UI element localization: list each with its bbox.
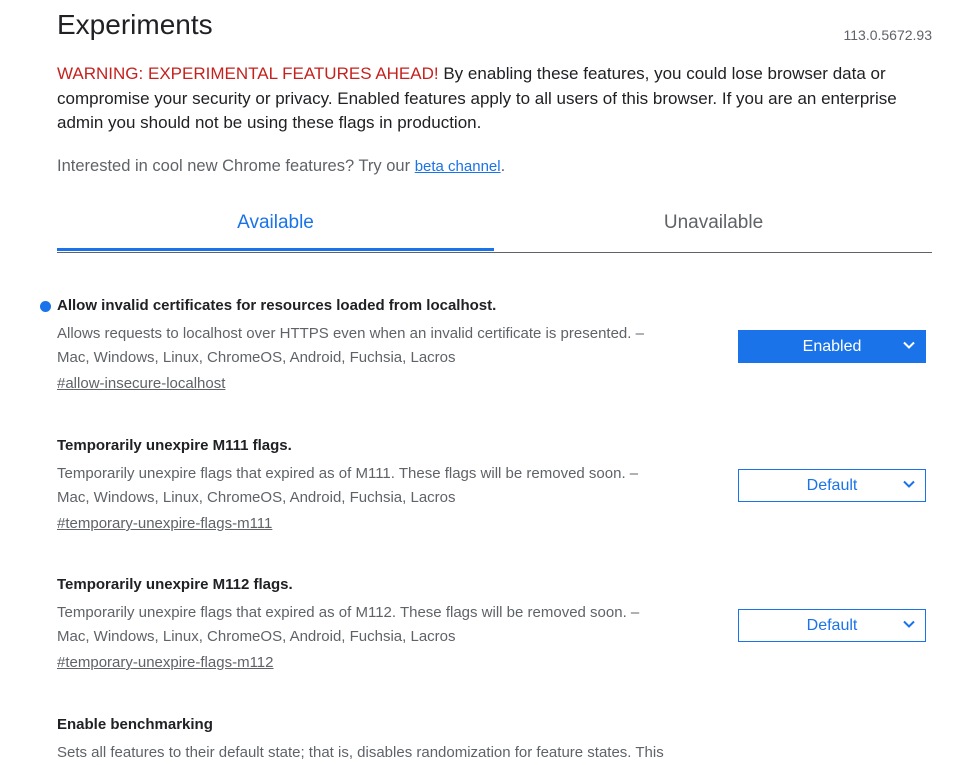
chevron-down-icon <box>903 611 917 641</box>
tab-unavailable[interactable]: Unavailable <box>495 200 932 250</box>
flag-description: Allows requests to localhost over HTTPS … <box>57 322 717 370</box>
page-title: Experiments <box>57 9 213 40</box>
flag-description-line: Sets all features to their default state… <box>57 744 664 761</box>
flag-state-select[interactable]: Default <box>738 469 926 502</box>
flag-permalink[interactable]: #temporary-unexpire-flags-m111 <box>57 514 272 534</box>
flag-state-select[interactable]: Enabled <box>738 330 926 363</box>
chevron-down-icon <box>903 471 917 501</box>
warning-message: WARNING: EXPERIMENTAL FEATURES AHEAD! By… <box>57 62 932 136</box>
promo-suffix: . <box>500 157 506 175</box>
tab-available[interactable]: Available <box>57 200 494 251</box>
flag-platforms: Mac, Windows, Linux, ChromeOS, Android, … <box>57 349 456 366</box>
flag-description-line: Temporarily unexpire flags that expired … <box>57 604 640 621</box>
flag-name: Enable benchmarking <box>57 716 213 733</box>
version-label: 113.0.5672.93 <box>843 27 933 43</box>
flag-name: Allow invalid certificates for resources… <box>57 297 497 314</box>
flag-name: Temporarily unexpire M112 flags. <box>57 576 293 593</box>
beta-channel-link[interactable]: beta channel <box>415 158 501 175</box>
flag-permalink[interactable]: #temporary-unexpire-flags-m112 <box>57 653 273 673</box>
chevron-down-icon <box>903 332 917 362</box>
flag-description-line: Allows requests to localhost over HTTPS … <box>57 325 644 342</box>
flag-description: Temporarily unexpire flags that expired … <box>57 601 717 649</box>
flag-state-select[interactable]: Default <box>738 609 926 642</box>
flag-platforms: Mac, Windows, Linux, ChromeOS, Android, … <box>57 628 456 645</box>
modified-dot-icon <box>40 301 51 312</box>
warning-label: WARNING: EXPERIMENTAL FEATURES AHEAD! <box>57 64 439 83</box>
promo-message: Interested in cool new Chrome features? … <box>57 155 505 178</box>
flag-permalink[interactable]: #allow-insecure-localhost <box>57 374 225 394</box>
flag-platforms: Mac, Windows, Linux, ChromeOS, Android, … <box>57 489 456 506</box>
flag-state-value: Default <box>806 477 858 494</box>
tab-bar: Available Unavailable <box>57 200 932 253</box>
flag-description-line: Temporarily unexpire flags that expired … <box>57 465 639 482</box>
flag-description: Sets all features to their default state… <box>57 741 717 765</box>
flag-description: Temporarily unexpire flags that expired … <box>57 462 717 510</box>
flag-name: Temporarily unexpire M111 flags. <box>57 437 292 454</box>
flag-state-value: Default <box>806 617 858 634</box>
promo-text: Interested in cool new Chrome features? … <box>57 157 415 175</box>
flag-state-value: Enabled <box>802 338 862 355</box>
